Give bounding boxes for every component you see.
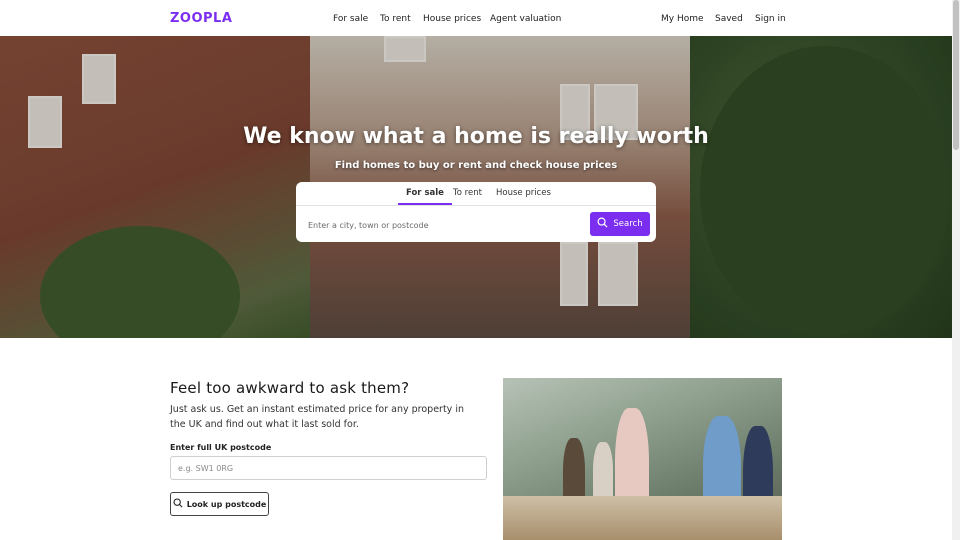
postcode-label: Enter full UK postcode — [170, 443, 272, 452]
lookup-postcode-button[interactable]: Look up postcode — [170, 492, 269, 516]
tab-house-prices[interactable]: House prices — [496, 188, 551, 198]
hero-subtitle: Find homes to buy or rent and check hous… — [334, 160, 618, 171]
hero-title: We know what a home is really worth — [243, 124, 709, 149]
nav-for-sale[interactable]: For sale — [333, 14, 368, 24]
valuation-title: Feel too awkward to ask them? — [170, 379, 410, 397]
photo-table — [503, 496, 782, 540]
nav-sign-in[interactable]: Sign in — [755, 14, 786, 24]
zoopla-logo[interactable]: ZOOPLA — [170, 11, 232, 26]
tab-for-sale[interactable]: For sale — [398, 188, 452, 205]
location-search-input[interactable] — [308, 218, 578, 232]
search-icon — [173, 498, 183, 510]
postcode-input[interactable] — [170, 456, 487, 480]
search-panel: For sale To rent House prices Search — [296, 182, 656, 242]
nav-my-home[interactable]: My Home — [661, 14, 704, 24]
search-tabs: For sale To rent House prices — [296, 182, 656, 206]
scrollbar-thumb[interactable] — [953, 0, 959, 150]
party-photo — [503, 378, 782, 540]
nav-saved[interactable]: Saved — [715, 14, 743, 24]
lookup-postcode-label: Look up postcode — [186, 499, 267, 509]
search-button-label: Search — [613, 219, 643, 229]
nav-house-prices[interactable]: House prices — [423, 14, 481, 24]
search-button[interactable]: Search — [590, 212, 650, 236]
tab-to-rent[interactable]: To rent — [453, 188, 482, 198]
site-header: ZOOPLA For sale To rent House prices Age… — [0, 0, 952, 36]
valuation-description: Just ask us. Get an instant estimated pr… — [170, 404, 464, 430]
search-icon — [597, 217, 608, 231]
nav-to-rent[interactable]: To rent — [380, 14, 411, 24]
nav-agent-valuation[interactable]: Agent valuation — [490, 14, 561, 24]
hero-banner: We know what a home is really worth Find… — [0, 36, 952, 338]
